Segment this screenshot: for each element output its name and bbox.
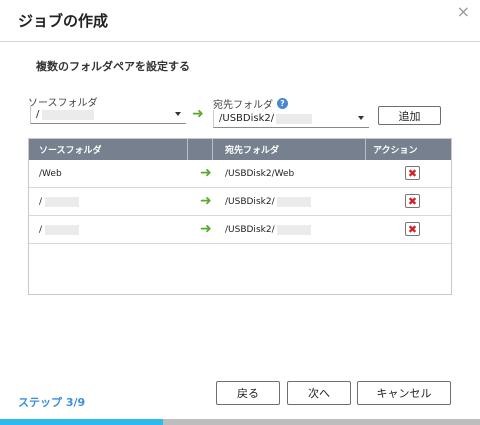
row-action: ✖ [405, 222, 420, 236]
row-source: / [39, 225, 43, 235]
table-row: / ➜ /USBDisk2/ ✖ [29, 216, 451, 244]
row-destination-wrap: /USBDisk2/ [225, 225, 311, 235]
step-indicator: ステップ 3/9 [18, 396, 86, 409]
column-divider [212, 139, 213, 160]
destination-folder-label: 宛先フォルダ [213, 100, 273, 111]
arrow-right-icon: ➜ [200, 165, 212, 181]
dialog-header: ジョブの作成 × [0, 0, 480, 42]
column-divider [365, 139, 366, 160]
destination-folder-label-wrap: 宛先フォルダ ? [213, 96, 288, 111]
redacted-text [276, 113, 313, 124]
redacted-text [45, 225, 80, 235]
column-header-action: アクション [373, 146, 418, 156]
table-header: ソースフォルダ 宛先フォルダ アクション [29, 139, 451, 160]
folder-pair-table: ソースフォルダ 宛先フォルダ アクション /Web ➜ /USBDisk2/We… [28, 138, 452, 295]
chevron-down-icon [175, 112, 181, 116]
row-source-wrap: / [39, 197, 80, 207]
arrow-right-icon: ➜ [200, 193, 212, 209]
row-action: ✖ [405, 166, 420, 180]
progress-bar [0, 419, 480, 425]
row-action: ✖ [405, 194, 420, 208]
row-source-wrap: / [39, 225, 80, 235]
delete-icon[interactable]: ✖ [405, 222, 420, 236]
redacted-text [42, 109, 95, 120]
row-source: /Web [39, 169, 62, 179]
row-destination-wrap: /USBDisk2/ [225, 197, 311, 207]
source-folder-value: / [36, 109, 40, 120]
column-header-destination: 宛先フォルダ [225, 146, 280, 156]
column-divider [187, 139, 188, 160]
redacted-text [276, 225, 311, 235]
destination-folder-select[interactable]: /USBDisk2/ [213, 110, 369, 128]
arrow-right-icon: ➜ [200, 221, 212, 237]
source-folder-select[interactable]: / [30, 106, 186, 124]
progress-bar-fill [0, 419, 164, 425]
close-icon[interactable]: × [457, 4, 470, 20]
table-row: / ➜ /USBDisk2/ ✖ [29, 188, 451, 216]
table-row: /Web ➜ /USBDisk2/Web ✖ [29, 160, 451, 188]
arrow-right-icon: ➜ [192, 106, 204, 122]
dialog-title: ジョブの作成 [18, 12, 109, 30]
row-destination: /USBDisk2/Web [225, 169, 295, 179]
row-destination: /USBDisk2/ [225, 197, 275, 207]
delete-icon[interactable]: ✖ [405, 194, 420, 208]
redacted-text [45, 197, 80, 207]
next-button[interactable]: 次へ [287, 381, 351, 405]
row-source: / [39, 197, 43, 207]
help-icon[interactable]: ? [277, 98, 288, 109]
chevron-down-icon [358, 116, 364, 120]
cancel-button[interactable]: キャンセル [357, 381, 451, 405]
section-heading: 複数のフォルダペアを設定する [36, 60, 190, 73]
destination-folder-value: /USBDisk2/ [219, 113, 275, 124]
row-destination: /USBDisk2/ [225, 225, 275, 235]
redacted-text [276, 197, 311, 207]
back-button[interactable]: 戻る [216, 381, 280, 405]
delete-icon[interactable]: ✖ [405, 166, 420, 180]
column-header-source: ソースフォルダ [39, 146, 102, 156]
add-button[interactable]: 追加 [378, 106, 441, 125]
